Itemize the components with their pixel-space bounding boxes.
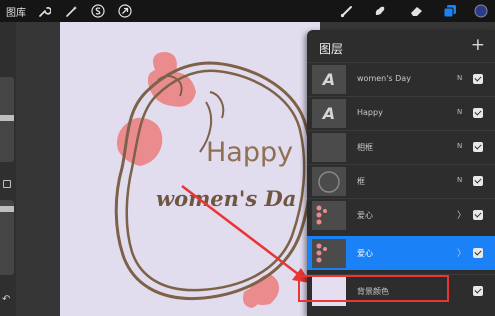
arrow-cursor-icon[interactable] xyxy=(117,3,133,19)
selection-s-icon[interactable] xyxy=(90,3,106,19)
layer-row-happy[interactable]: A Happy N xyxy=(307,96,495,130)
layer-name: 爱心 xyxy=(357,249,373,258)
opacity-slider[interactable] xyxy=(0,200,14,275)
add-layer-button[interactable]: + xyxy=(471,35,485,55)
visibility-checkbox[interactable] xyxy=(473,108,483,118)
magic-wand-icon[interactable] xyxy=(63,3,79,19)
chevron-right-icon[interactable]: 〉 xyxy=(457,208,466,221)
hearts-thumbnail-icon xyxy=(316,243,327,262)
layers-panel: 图层 + A women's Day N A Happy N 相框 N 框 N … xyxy=(307,30,495,316)
layer-row-womens-day[interactable]: A women's Day N xyxy=(307,62,495,96)
ring-thumbnail-icon xyxy=(318,170,340,193)
visibility-checkbox[interactable] xyxy=(473,286,483,296)
opacity-knob[interactable] xyxy=(0,206,14,212)
left-sidebar: ↶ xyxy=(0,22,16,316)
gallery-button[interactable]: 图库 xyxy=(6,4,26,19)
undo-icon[interactable]: ↶ xyxy=(2,294,10,305)
modify-button[interactable] xyxy=(3,180,11,188)
visibility-checkbox[interactable] xyxy=(473,210,483,220)
layer-thumbnail xyxy=(312,201,346,230)
text-layer-icon: A xyxy=(322,70,336,89)
layer-name: 框 xyxy=(357,177,365,186)
layer-row-hearts-1[interactable]: 爱心 〉 xyxy=(307,198,495,232)
visibility-checkbox[interactable] xyxy=(473,248,483,258)
layer-row-hearts-2[interactable]: 爱心 〉 xyxy=(307,236,495,270)
layer-thumbnail: A xyxy=(312,99,346,128)
blend-mode-button[interactable]: N xyxy=(457,142,462,150)
smudge-icon[interactable] xyxy=(372,3,388,19)
visibility-checkbox[interactable] xyxy=(473,142,483,152)
layer-name: Happy xyxy=(357,108,383,117)
layer-thumbnail: A xyxy=(312,65,346,94)
layer-name: women's Day xyxy=(357,74,411,83)
panel-title: 图层 xyxy=(319,42,344,56)
drawing-canvas[interactable]: Happy women's Da xyxy=(60,22,320,316)
happy-text: Happy xyxy=(206,137,293,168)
canvas-artwork: Happy women's Da xyxy=(114,52,313,308)
brush-icon[interactable] xyxy=(339,3,355,19)
visibility-checkbox[interactable] xyxy=(473,74,483,84)
brush-size-knob[interactable] xyxy=(0,115,14,121)
layer-name: 爱心 xyxy=(357,211,373,220)
visibility-checkbox[interactable] xyxy=(473,176,483,186)
annotation-highlight-box xyxy=(298,275,449,302)
womens-day-text: women's Da xyxy=(156,186,296,211)
wrench-icon[interactable] xyxy=(36,3,52,19)
chevron-right-icon[interactable]: 〉 xyxy=(457,246,466,259)
layer-thumbnail xyxy=(312,133,346,162)
layer-row-ring[interactable]: 框 N xyxy=(307,164,495,198)
eraser-icon[interactable] xyxy=(408,3,424,19)
hearts-thumbnail-icon xyxy=(316,205,327,224)
blend-mode-button[interactable]: N xyxy=(457,108,462,116)
blend-mode-button[interactable]: N xyxy=(457,74,462,82)
blend-mode-button[interactable]: N xyxy=(457,176,462,184)
text-layer-icon: A xyxy=(322,104,336,123)
layers-icon[interactable] xyxy=(442,3,458,19)
layer-name: 相框 xyxy=(357,143,373,152)
layer-row-frame[interactable]: 相框 N xyxy=(307,130,495,164)
layer-thumbnail xyxy=(312,239,346,268)
layer-thumbnail xyxy=(312,167,346,196)
top-toolbar: 图库 xyxy=(0,0,495,22)
color-swatch-icon[interactable] xyxy=(473,3,489,19)
brush-size-slider[interactable] xyxy=(0,77,14,162)
